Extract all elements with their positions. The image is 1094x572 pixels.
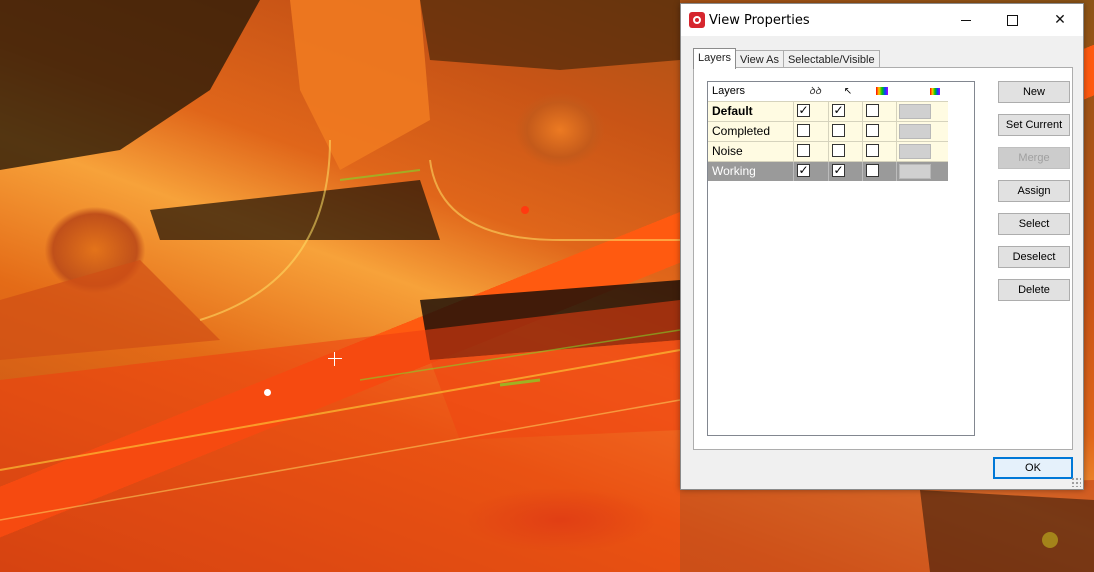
color-mode-checkbox[interactable] [866,164,879,177]
column-divider [896,122,897,141]
app-logo-icon [689,12,705,28]
column-divider [896,142,897,161]
deselect-button[interactable]: Deselect [998,246,1070,268]
visible-checkbox[interactable]: ✓ [797,164,810,177]
layer-color-swatch[interactable] [899,164,931,179]
color-mode-checkbox[interactable] [866,144,879,157]
maximize-icon [1006,14,1018,26]
visible-checkbox[interactable] [797,144,810,157]
assign-button[interactable]: Assign [998,180,1070,202]
maximize-button[interactable] [989,4,1035,36]
layer-name: Default [712,104,753,118]
pick-point-marker [264,389,271,396]
layer-color-swatch[interactable] [899,104,931,119]
column-divider [862,102,863,121]
column-divider [862,122,863,141]
column-divider [828,102,829,121]
column-divider [862,162,863,181]
layer-row-default[interactable]: Default ✓ ✓ [708,101,948,121]
palette-swatch [930,87,940,95]
ok-button[interactable]: OK [993,457,1073,479]
column-divider [793,122,794,141]
layer-row-noise[interactable]: Noise [708,141,948,161]
layers-tab-panel: Layers ꝺꝺ ↖ Default ✓ ✓ Completed Noise … [693,67,1073,450]
layer-row-completed[interactable]: Completed [708,121,948,141]
selectable-checkbox[interactable] [832,144,845,157]
merge-button[interactable]: Merge [998,147,1070,169]
delete-button[interactable]: Delete [998,279,1070,301]
new-layer-button[interactable]: New [998,81,1070,103]
visible-checkbox[interactable] [797,124,810,137]
layers-column-header[interactable]: Layers [712,82,745,101]
layer-name: Noise [712,144,743,158]
selectable-checkbox[interactable] [832,124,845,137]
crosshair-cursor [328,352,342,366]
layer-row-working[interactable]: Working ✓ ✓ [708,161,948,181]
window-title: View Properties [709,13,810,28]
column-divider [828,122,829,141]
column-divider [896,102,897,121]
visibility-icon[interactable]: ꝺꝺ [805,82,825,101]
selectable-checkbox[interactable]: ✓ [832,104,845,117]
select-button[interactable]: Select [998,213,1070,235]
layer-name: Working [712,164,756,178]
cursor-icon[interactable]: ↖ [841,82,855,101]
layers-grid: Layers ꝺꝺ ↖ Default ✓ ✓ Completed Noise … [708,82,948,181]
selectable-checkbox[interactable]: ✓ [832,164,845,177]
column-divider [793,102,794,121]
minimize-icon [961,19,971,21]
layers-list[interactable]: Layers ꝺꝺ ↖ Default ✓ ✓ Completed Noise … [707,81,975,436]
color-palette-icon[interactable] [928,82,942,101]
column-divider [828,142,829,161]
column-divider [896,162,897,181]
set-current-button[interactable]: Set Current [998,114,1070,136]
layer-color-swatch[interactable] [899,124,931,139]
column-divider [793,142,794,161]
color-mode-checkbox[interactable] [866,104,879,117]
column-divider [828,162,829,181]
title-bar[interactable]: View Properties ✕ [681,4,1083,36]
layer-name: Completed [712,124,771,138]
color-mode-checkbox[interactable] [866,124,879,137]
tab-layers[interactable]: Layers [693,48,737,69]
close-button[interactable]: ✕ [1037,4,1083,36]
resize-grip-icon[interactable] [1071,477,1081,487]
tab-strip: Layers View As Selectable/Visible [693,48,880,69]
column-divider [793,162,794,181]
color-mode-swatch [876,87,888,96]
close-icon: ✕ [1054,12,1066,28]
visible-checkbox[interactable]: ✓ [797,104,810,117]
layer-color-swatch[interactable] [899,144,931,159]
minimize-button[interactable] [943,4,989,36]
view-properties-dialog: View Properties ✕ Layers View As Selecta… [680,3,1084,490]
column-divider [862,142,863,161]
color-mode-icon[interactable] [875,82,889,101]
layers-header-row: Layers ꝺꝺ ↖ [708,82,948,101]
